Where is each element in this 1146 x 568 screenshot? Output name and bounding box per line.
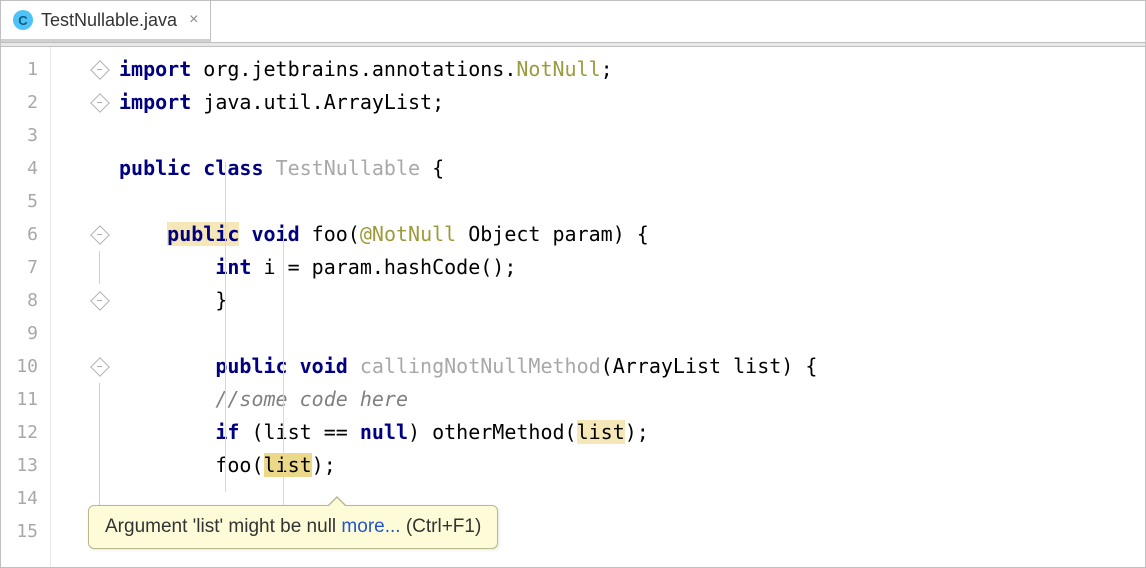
- line-number: 4: [1, 152, 50, 185]
- code-line[interactable]: import java.util.ArrayList;: [101, 86, 1145, 119]
- tooltip-more-link[interactable]: more...: [341, 516, 400, 537]
- inspection-tooltip: Argument 'list' might be null more... (C…: [88, 505, 498, 549]
- code-line[interactable]: if (list == null) otherMethod(list);: [101, 416, 1145, 449]
- line-number: 14: [1, 482, 50, 515]
- close-icon[interactable]: ×: [189, 11, 198, 29]
- line-number: 5: [1, 185, 50, 218]
- code-editor[interactable]: 1 2 3 4 5 6 7 8 9 10 11 12 13 14 15 − − …: [1, 47, 1145, 567]
- line-number: 7: [1, 251, 50, 284]
- indent-guide: [225, 162, 226, 492]
- line-number: 8: [1, 284, 50, 317]
- code-line[interactable]: public void foo(@NotNull Object param) {: [101, 218, 1145, 251]
- code-line[interactable]: int i = param.hashCode();: [101, 251, 1145, 284]
- line-number: 15: [1, 515, 50, 548]
- line-number: 9: [1, 317, 50, 350]
- tab-filename: TestNullable.java: [41, 10, 177, 31]
- code-area[interactable]: import org.jetbrains.annotations.NotNull…: [101, 47, 1145, 567]
- code-line[interactable]: public void callingNotNullMethod(ArrayLi…: [101, 350, 1145, 383]
- line-number: 11: [1, 383, 50, 416]
- line-number: 13: [1, 449, 50, 482]
- fold-gutter: − − − − −: [51, 47, 101, 567]
- code-line[interactable]: import org.jetbrains.annotations.NotNull…: [101, 53, 1145, 86]
- line-number: 3: [1, 119, 50, 152]
- editor-tab[interactable]: C TestNullable.java ×: [1, 1, 211, 42]
- class-icon: C: [13, 10, 33, 30]
- code-line[interactable]: [101, 185, 1145, 218]
- line-number: 6: [1, 218, 50, 251]
- line-number: 10: [1, 350, 50, 383]
- scrollbar[interactable]: [1129, 97, 1143, 565]
- code-line[interactable]: //some code here: [101, 383, 1145, 416]
- tooltip-shortcut: (Ctrl+F1): [401, 516, 482, 537]
- indent-guide: [283, 227, 284, 527]
- tooltip-message: Argument 'list' might be null: [105, 516, 341, 537]
- tab-bar: C TestNullable.java ×: [1, 1, 1145, 43]
- line-number: 12: [1, 416, 50, 449]
- line-number-gutter: 1 2 3 4 5 6 7 8 9 10 11 12 13 14 15: [1, 47, 51, 567]
- line-number: 2: [1, 86, 50, 119]
- code-line[interactable]: [101, 317, 1145, 350]
- code-line[interactable]: }: [101, 284, 1145, 317]
- code-line[interactable]: public class TestNullable {: [101, 152, 1145, 185]
- code-line[interactable]: foo(list);: [101, 449, 1145, 482]
- line-number: 1: [1, 53, 50, 86]
- code-line[interactable]: [101, 119, 1145, 152]
